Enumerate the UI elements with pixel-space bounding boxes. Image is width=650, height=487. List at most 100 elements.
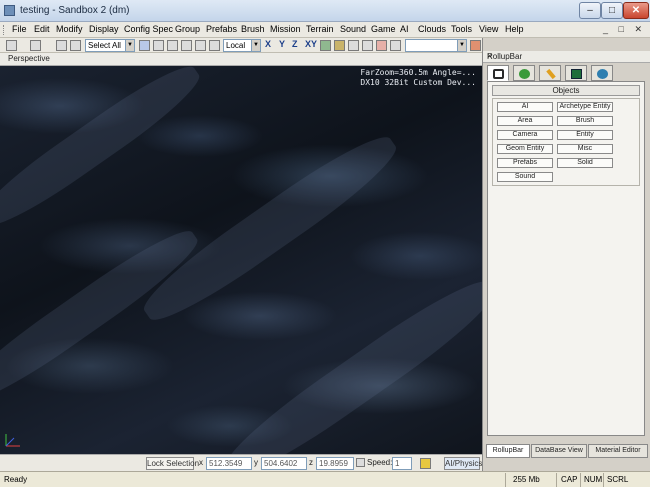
- layer-combo[interactable]: ▼: [405, 39, 467, 52]
- angle-snap-icon[interactable]: [362, 40, 373, 51]
- menu-file[interactable]: File: [12, 24, 27, 34]
- select-terrain-icon[interactable]: [195, 40, 206, 51]
- menu-config-spec[interactable]: Config Spec: [124, 24, 173, 34]
- redo-icon[interactable]: [30, 40, 41, 51]
- menu-view[interactable]: View: [479, 24, 498, 34]
- ruler-icon[interactable]: [376, 40, 387, 51]
- menu-display[interactable]: Display: [89, 24, 119, 34]
- menu-clouds[interactable]: Clouds: [418, 24, 446, 34]
- axis-xy-button[interactable]: XY: [305, 39, 317, 49]
- object-entity-button[interactable]: Entity: [557, 130, 613, 140]
- lock-selection-button[interactable]: Lock Selection: [146, 457, 199, 470]
- mdi-window-buttons[interactable]: _ □ ✕: [603, 24, 646, 35]
- perspective-viewport[interactable]: FarZoom=360.5m Angle=... DX10 32Bit Cust…: [0, 66, 482, 454]
- rollup-bar-panel: RollupBar × Objects AI Archetype Entity …: [482, 38, 650, 471]
- menu-game[interactable]: Game: [371, 24, 396, 34]
- viewport-header: Perspective: [0, 53, 482, 66]
- select-icon[interactable]: [139, 40, 150, 51]
- tab-terrain[interactable]: [513, 65, 535, 81]
- window-title: testing - Sandbox 2 (dm): [20, 5, 130, 16]
- tab-display[interactable]: [565, 65, 587, 81]
- menu-gripper: [3, 25, 6, 35]
- menu-sound[interactable]: Sound: [340, 24, 366, 34]
- terrain-rock-texture: [0, 66, 208, 237]
- title-bar: testing - Sandbox 2 (dm) – □ ✕: [0, 0, 650, 22]
- scroll-lock-indicator: SCRL: [607, 475, 629, 484]
- move-icon[interactable]: [153, 40, 164, 51]
- menu-tools[interactable]: Tools: [451, 24, 472, 34]
- object-prefabs-button[interactable]: Prefabs: [497, 158, 553, 168]
- object-geom-entity-button[interactable]: Geom Entity: [497, 144, 553, 154]
- menu-help[interactable]: Help: [505, 24, 524, 34]
- menu-brush[interactable]: Brush: [241, 24, 265, 34]
- terrain-rock-texture: [216, 268, 482, 454]
- speed-field[interactable]: 1: [392, 457, 412, 470]
- object-sound-button[interactable]: Sound: [497, 172, 553, 182]
- scale-icon[interactable]: [181, 40, 192, 51]
- close-button[interactable]: ✕: [623, 2, 649, 19]
- undo-icon[interactable]: [6, 40, 17, 51]
- minimize-button[interactable]: –: [579, 2, 601, 19]
- rotate-icon[interactable]: [167, 40, 178, 51]
- modify-icon: [546, 68, 556, 80]
- tab-material-editor[interactable]: Material Editor: [588, 444, 648, 458]
- object-camera-button[interactable]: Camera: [497, 130, 553, 140]
- menu-edit[interactable]: Edit: [34, 24, 50, 34]
- axis-gizmo-icon: [5, 434, 20, 447]
- ai-physics-button[interactable]: AI/Physics: [444, 457, 482, 470]
- hud-line-2: DX10 32Bit Custom Dev...: [360, 78, 476, 87]
- menu-group[interactable]: Group: [175, 24, 200, 34]
- tab-objects[interactable]: [487, 65, 509, 81]
- objects-icon: [493, 69, 504, 79]
- align-icon[interactable]: [209, 40, 220, 51]
- coordinate-system-value: Local: [226, 41, 246, 50]
- x-coordinate-field[interactable]: 512.3549: [206, 457, 252, 470]
- unlink-icon[interactable]: [70, 40, 81, 51]
- rollup-objects-page: Objects AI Archetype Entity Area Brush C…: [487, 81, 645, 436]
- rollup-close-icon[interactable]: ×: [487, 51, 648, 61]
- object-archetype-entity-button[interactable]: Archetype Entity: [557, 102, 613, 112]
- object-misc-button[interactable]: Misc: [557, 144, 613, 154]
- tab-modify[interactable]: [539, 65, 561, 81]
- layers-icon: [597, 69, 608, 79]
- terrain-snap-icon[interactable]: [320, 40, 331, 51]
- axis-y-button[interactable]: Y: [279, 39, 285, 49]
- menu-modify[interactable]: Modify: [56, 24, 83, 34]
- bookmark-icon[interactable]: [390, 40, 401, 51]
- dock-tabs: RollupBar DataBase View Material Editor: [486, 444, 649, 458]
- tab-database-view[interactable]: DataBase View: [531, 444, 587, 458]
- memory-usage: 255 Mb: [513, 475, 540, 484]
- maximize-button[interactable]: □: [601, 2, 623, 19]
- menu-mission[interactable]: Mission: [270, 24, 301, 34]
- selection-combo[interactable]: Select All ▼: [85, 39, 135, 52]
- menu-ai[interactable]: AI: [400, 24, 409, 34]
- objects-section-header[interactable]: Objects: [492, 85, 640, 96]
- viewport-label[interactable]: Perspective: [8, 54, 50, 63]
- object-ai-button[interactable]: AI: [497, 102, 553, 112]
- menu-prefabs[interactable]: Prefabs: [206, 24, 237, 34]
- status-divider: [603, 473, 604, 487]
- tab-layers[interactable]: [591, 65, 613, 81]
- object-area-button[interactable]: Area: [497, 116, 553, 126]
- goto-position-icon[interactable]: [420, 458, 431, 469]
- axis-z-button[interactable]: Z: [292, 39, 298, 49]
- speed-label: Speed:: [367, 458, 393, 467]
- axis-x-button[interactable]: X: [265, 39, 271, 49]
- selection-combo-value: Select All: [88, 41, 121, 50]
- num-lock-indicator: NUM: [584, 475, 603, 484]
- object-brush-button[interactable]: Brush: [557, 116, 613, 126]
- tab-rollupbar[interactable]: RollupBar: [486, 444, 530, 458]
- menu-terrain[interactable]: Terrain: [306, 24, 334, 34]
- z-coordinate-field[interactable]: 19.8959: [316, 457, 354, 470]
- link-icon[interactable]: [56, 40, 67, 51]
- object-snap-icon[interactable]: [334, 40, 345, 51]
- rollup-bar-header: RollupBar ×: [483, 51, 650, 63]
- main-toolbar: Select All ▼ Local ▼ X Y Z XY ▼: [0, 38, 482, 53]
- status-divider: [505, 473, 506, 487]
- status-bar: Ready 255 Mb CAP NUM SCRL: [0, 471, 650, 487]
- object-solid-button[interactable]: Solid: [557, 158, 613, 168]
- y-coordinate-field[interactable]: 504.6402: [261, 457, 307, 470]
- coordinate-system-combo[interactable]: Local ▼: [223, 39, 261, 52]
- game-mode-icon[interactable]: [470, 40, 481, 51]
- grid-snap-icon[interactable]: [348, 40, 359, 51]
